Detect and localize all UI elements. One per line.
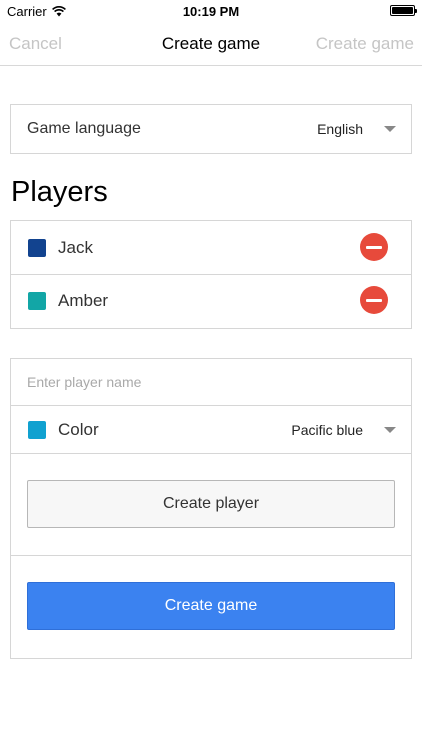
language-label: Game language	[27, 120, 141, 137]
create-player-section: Create player	[11, 454, 411, 556]
color-label: Color	[58, 420, 99, 439]
create-game-button[interactable]: Create game	[27, 582, 395, 630]
player-name-row	[11, 359, 411, 406]
list-item: Amber	[11, 275, 411, 328]
status-time: 10:19 PM	[182, 4, 240, 19]
new-player-form: Color Pacific blue Create player Create …	[10, 358, 412, 659]
players-list: Jack Amber	[10, 220, 412, 329]
color-value: Pacific blue	[291, 422, 363, 438]
player-color-swatch	[28, 292, 46, 310]
player-name: Amber	[58, 291, 109, 310]
language-panel: Game language English	[10, 104, 412, 154]
color-swatch	[28, 421, 46, 439]
player-color-swatch	[28, 239, 46, 257]
remove-circle-icon	[366, 298, 382, 302]
remove-player-button[interactable]	[360, 233, 388, 261]
status-bar: Carrier 10:19 PM	[0, 0, 422, 22]
language-value: English	[317, 121, 363, 137]
battery-fill	[392, 7, 413, 14]
navigation-bar: Cancel Create game Create game	[0, 22, 422, 66]
language-select[interactable]: Game language English	[11, 105, 411, 153]
players-heading: Players	[11, 176, 108, 208]
player-name-input[interactable]	[11, 359, 411, 405]
nav-create-game-button[interactable]: Create game	[316, 34, 414, 54]
create-player-button[interactable]: Create player	[27, 480, 395, 528]
list-item: Jack	[11, 221, 411, 275]
create-game-section: Create game	[11, 556, 411, 658]
battery-icon	[390, 5, 417, 16]
caret-down-icon	[384, 126, 396, 132]
caret-down-icon	[384, 427, 396, 433]
remove-circle-icon	[366, 245, 382, 249]
color-select[interactable]: Color Pacific blue	[11, 406, 411, 454]
player-name: Jack	[58, 238, 93, 257]
remove-player-button[interactable]	[360, 286, 388, 314]
